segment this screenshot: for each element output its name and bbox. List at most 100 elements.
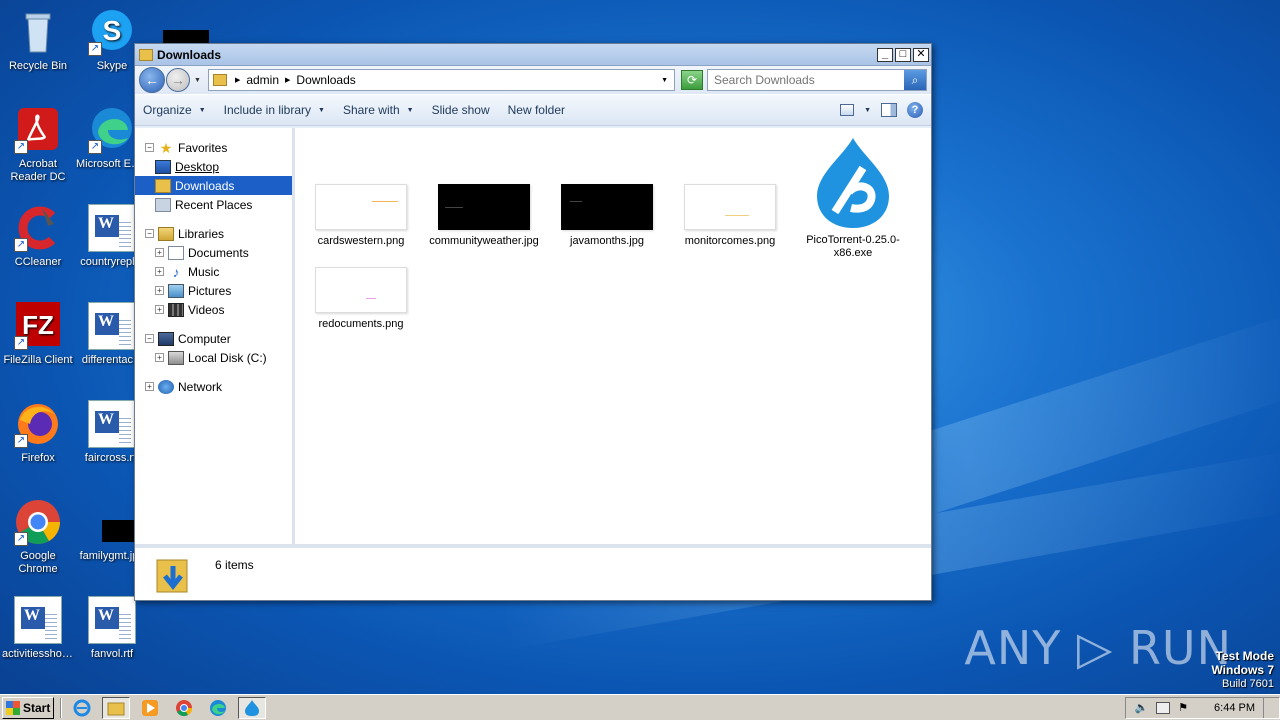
chevron-down-icon[interactable]: ▼ [661,77,668,84]
collapse-toggle[interactable]: − [145,229,154,238]
expand-toggle[interactable]: + [145,382,154,391]
nav-computer[interactable]: − Computer [135,329,292,348]
arrow-right-icon: → [171,72,185,88]
nav-label: Downloads [175,178,235,193]
expand-toggle[interactable]: + [155,286,164,295]
nav-favorites[interactable]: − ★ Favorites [135,138,292,157]
nav-label: Favorites [178,140,228,155]
preview-pane-icon[interactable] [881,103,897,117]
image-thumbnail [684,184,776,230]
desktop-icon-firefox[interactable]: ↗ Firefox [0,400,76,465]
desktop-icon-word-doc[interactable]: W activitiesshot... [0,596,76,661]
expand-toggle[interactable]: + [155,353,164,362]
forward-button[interactable]: → [166,68,190,92]
chevron-down-icon: ▼ [198,106,206,114]
nav-libraries[interactable]: − Libraries [135,224,292,243]
nav-label: Music [188,264,220,279]
close-button[interactable]: ✕ [913,47,929,62]
action-center-flag-icon[interactable]: ⚑ [1178,701,1188,714]
file-name: redocuments.png [318,318,404,330]
show-desktop-button[interactable] [1263,697,1271,718]
share-with-button[interactable]: Share with ▼ [343,103,414,117]
chevron-down-icon[interactable]: ▼ [864,107,871,114]
nav-videos[interactable]: + Videos [135,300,292,319]
network-tray-icon[interactable] [1156,701,1171,714]
include-in-library-button[interactable]: Include in library ▼ [224,103,325,117]
breadcrumb-downloads[interactable]: Downloads [296,73,355,87]
taskbar-explorer[interactable] [102,696,130,719]
svg-text:S: S [103,15,122,46]
downloads-folder-icon [155,554,191,594]
change-view-icon[interactable] [840,104,855,116]
search-input[interactable] [708,73,904,87]
new-folder-button[interactable]: New folder [508,103,565,117]
nav-network[interactable]: + Network [135,377,292,396]
chevron-right-icon[interactable]: ▶ [235,76,240,84]
file-list[interactable]: cardswestern.png communityweather.jpg ja… [295,128,931,546]
nav-music[interactable]: + ♪ Music [135,262,292,281]
file-item[interactable]: redocuments.png [301,267,421,331]
slide-show-button[interactable]: Slide show [432,103,490,117]
speaker-icon[interactable]: 🔈 [1134,701,1148,714]
expand-toggle[interactable]: + [155,248,164,257]
file-item[interactable]: PicoTorrent-0.25.0-x86.exe [793,134,913,260]
nav-downloads[interactable]: Downloads [135,176,292,195]
nav-label: Computer [178,331,231,346]
music-icon: ♪ [172,263,180,280]
desktop-icon-ccleaner[interactable]: ↗ CCleaner [0,204,76,269]
desktop-icon-label: activitiesshot... [2,648,75,660]
expand-toggle[interactable]: + [155,267,164,276]
nav-desktop[interactable]: Desktop [135,157,292,176]
back-button[interactable]: ← [139,67,165,93]
maximize-button[interactable]: □ [895,47,911,62]
nav-local-disk[interactable]: + Local Disk (C:) [135,348,292,367]
address-field[interactable]: ▶ admin ▶ Downloads ▼ [207,69,675,91]
nav-pictures[interactable]: + Pictures [135,281,292,300]
ccleaner-icon: ↗ [14,204,62,252]
file-item[interactable]: monitorcomes.png [670,184,790,248]
desktop-icon-acrobat[interactable]: ↗ Acrobat Reader DC [0,106,76,184]
file-item[interactable]: javamonths.jpg [547,184,667,248]
breadcrumb-admin[interactable]: admin [246,73,279,87]
nav-documents[interactable]: + Documents [135,243,292,262]
window-titlebar[interactable]: Downloads _ □ ✕ [135,44,931,66]
help-icon[interactable]: ? [907,102,923,118]
expand-toggle[interactable]: + [155,305,164,314]
folder-icon [139,48,153,61]
taskbar-picotorrent[interactable] [238,696,266,719]
start-button[interactable]: Start [2,696,54,719]
file-item[interactable]: communityweather.jpg [424,184,544,248]
minimize-button[interactable]: _ [877,47,893,62]
explorer-window[interactable]: Downloads _ □ ✕ ← → ▼ ▶ admin ▶ Download… [134,43,932,601]
star-icon: ★ [159,139,173,156]
desktop-icon-recycle-bin[interactable]: Recycle Bin [0,8,76,73]
taskbar-chrome[interactable] [170,697,198,719]
image-thumbnail [315,267,407,313]
nav-label: Libraries [178,226,225,241]
arrow-left-icon: ← [145,72,159,88]
search-icon[interactable]: ⌕ [904,70,926,90]
taskbar-edge[interactable] [204,697,232,719]
taskbar-media-player[interactable] [136,697,164,719]
file-item[interactable]: cardswestern.png [301,184,421,248]
desktop-icon-label: Acrobat Reader DC [10,158,66,183]
videos-icon [168,302,184,317]
recent-pages-dropdown[interactable]: ▼ [194,77,201,84]
organize-button[interactable]: Organize ▼ [143,103,206,117]
taskbar-ie[interactable] [68,697,96,719]
desktop-icon-word-doc[interactable]: W fanvol.rtf [74,596,150,661]
search-box[interactable]: ⌕ [707,69,927,91]
refresh-button[interactable]: ⟳ [681,70,703,90]
word-document-icon: W [88,400,136,448]
collapse-toggle[interactable]: − [145,143,154,152]
edge-icon: ↗ [88,106,136,154]
collapse-toggle[interactable]: − [145,334,154,343]
desktop-icon-chrome[interactable]: ↗ Google Chrome [0,498,76,576]
chevron-right-icon[interactable]: ▶ [285,76,290,84]
image-thumbnail [315,184,407,230]
desktop-icon-filezilla[interactable]: FZ ↗ FileZilla Client [0,302,76,367]
redacted-block [163,30,209,43]
navigation-pane[interactable]: − ★ Favorites Desktop Downloads Recent P… [135,128,295,546]
nav-recent-places[interactable]: Recent Places [135,195,292,214]
taskbar-clock[interactable]: 6:44 PM [1214,702,1255,714]
